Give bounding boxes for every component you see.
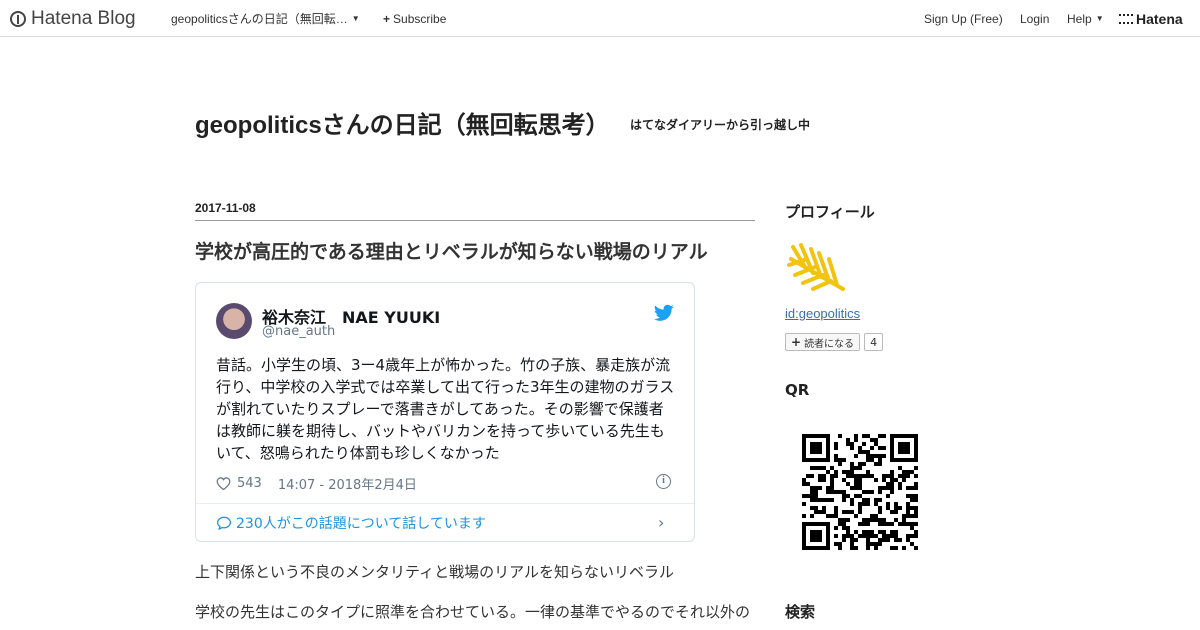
chevron-right-icon[interactable]: › xyxy=(658,513,664,532)
date-divider xyxy=(195,220,755,221)
tweet-timestamp[interactable]: 14:07 - 2018年2月4日 xyxy=(278,474,417,493)
caret-down-icon: ▼ xyxy=(1095,14,1104,23)
entry-title[interactable]: 学校が高圧的である理由とリベラルが知らない戦場のリアル xyxy=(195,237,708,264)
blog-title[interactable]: geopoliticsさんの日記（無回転思考） xyxy=(195,105,610,140)
blog-menu-label: geopoliticsさんの日記（無回転… xyxy=(171,12,348,26)
follower-count[interactable]: 4 xyxy=(864,333,884,351)
plus-icon: + xyxy=(383,11,391,26)
tweet-author-handle[interactable]: @nae_auth xyxy=(262,324,335,339)
follow-button[interactable]: + 読者になる xyxy=(785,333,861,351)
hatena-logo-text: Hatena xyxy=(1136,10,1183,27)
profile-id-link[interactable]: id:geopolitics xyxy=(785,306,860,321)
hatena-blog-logo[interactable]: Hatena Blog xyxy=(10,0,136,37)
signup-link[interactable]: Sign Up (Free) xyxy=(924,0,1003,37)
subscribe-label: Subscribe xyxy=(393,11,447,26)
caret-down-icon: ▼ xyxy=(351,14,360,23)
entry-paragraph: 上下関係という不良のメンタリティと戦場のリアルを知らないリベラル xyxy=(195,563,674,581)
hatena-blog-logo-icon xyxy=(10,10,26,27)
subscribe-widget: + 読者になる 4 xyxy=(785,333,884,351)
info-icon[interactable]: i xyxy=(656,474,671,489)
qr-code-image xyxy=(802,434,918,550)
plus-icon: + xyxy=(791,335,802,349)
tweet-divider xyxy=(196,503,694,504)
search-heading: 検索 xyxy=(785,603,816,621)
hatena-logo[interactable]: Hatena xyxy=(1119,0,1183,37)
hatena-mark-icon xyxy=(1119,13,1133,24)
signup-label: Sign Up (Free) xyxy=(924,11,1003,26)
twitter-bird-icon[interactable] xyxy=(654,304,674,322)
help-menu[interactable]: Help ▼ xyxy=(1067,0,1104,37)
subscribe-button[interactable]: + Subscribe xyxy=(383,0,446,37)
blog-description: はてなダイアリーから引っ越し中 xyxy=(630,118,811,132)
heart-icon[interactable] xyxy=(216,476,231,491)
qr-heading: QR xyxy=(785,381,810,399)
global-header: Hatena Blog geopoliticsさんの日記（無回転… ▼ + Su… xyxy=(0,0,1200,37)
help-label: Help xyxy=(1067,11,1092,26)
tweet-meta: 543 14:07 - 2018年2月4日 xyxy=(216,474,417,493)
follow-label: 読者になる xyxy=(804,338,855,350)
profile-heading: プロフィール xyxy=(785,203,875,221)
speech-bubble-icon xyxy=(216,516,232,530)
tweet-conversation-label: 230人がこの話題について話しています xyxy=(236,516,486,532)
tweet-like-count[interactable]: 543 xyxy=(237,476,262,491)
login-label: Login xyxy=(1020,11,1050,26)
entry-date[interactable]: 2017-11-08 xyxy=(195,201,256,215)
logo-text: Hatena Blog xyxy=(31,7,136,29)
embedded-tweet[interactable]: 裕木奈江 NAE YUUKI @nae_auth 昔話。小学生の頃、3ー4歳年上… xyxy=(195,282,695,542)
login-link[interactable]: Login xyxy=(1020,0,1049,37)
entry-paragraph: 学校の先生はこのタイプに照準を合わせている。一律の基準でやるのでそれ以外の xyxy=(195,603,751,621)
tweet-avatar[interactable] xyxy=(216,303,252,339)
profile-icon[interactable] xyxy=(785,237,849,301)
blog-menu[interactable]: geopoliticsさんの日記（無回転… ▼ xyxy=(171,0,360,37)
tweet-text: 昔話。小学生の頃、3ー4歳年上が怖かった。竹の子族、暴走族が流行り、中学校の入学… xyxy=(216,356,675,462)
tweet-conversation-link[interactable]: 230人がこの話題について話しています xyxy=(216,513,486,533)
